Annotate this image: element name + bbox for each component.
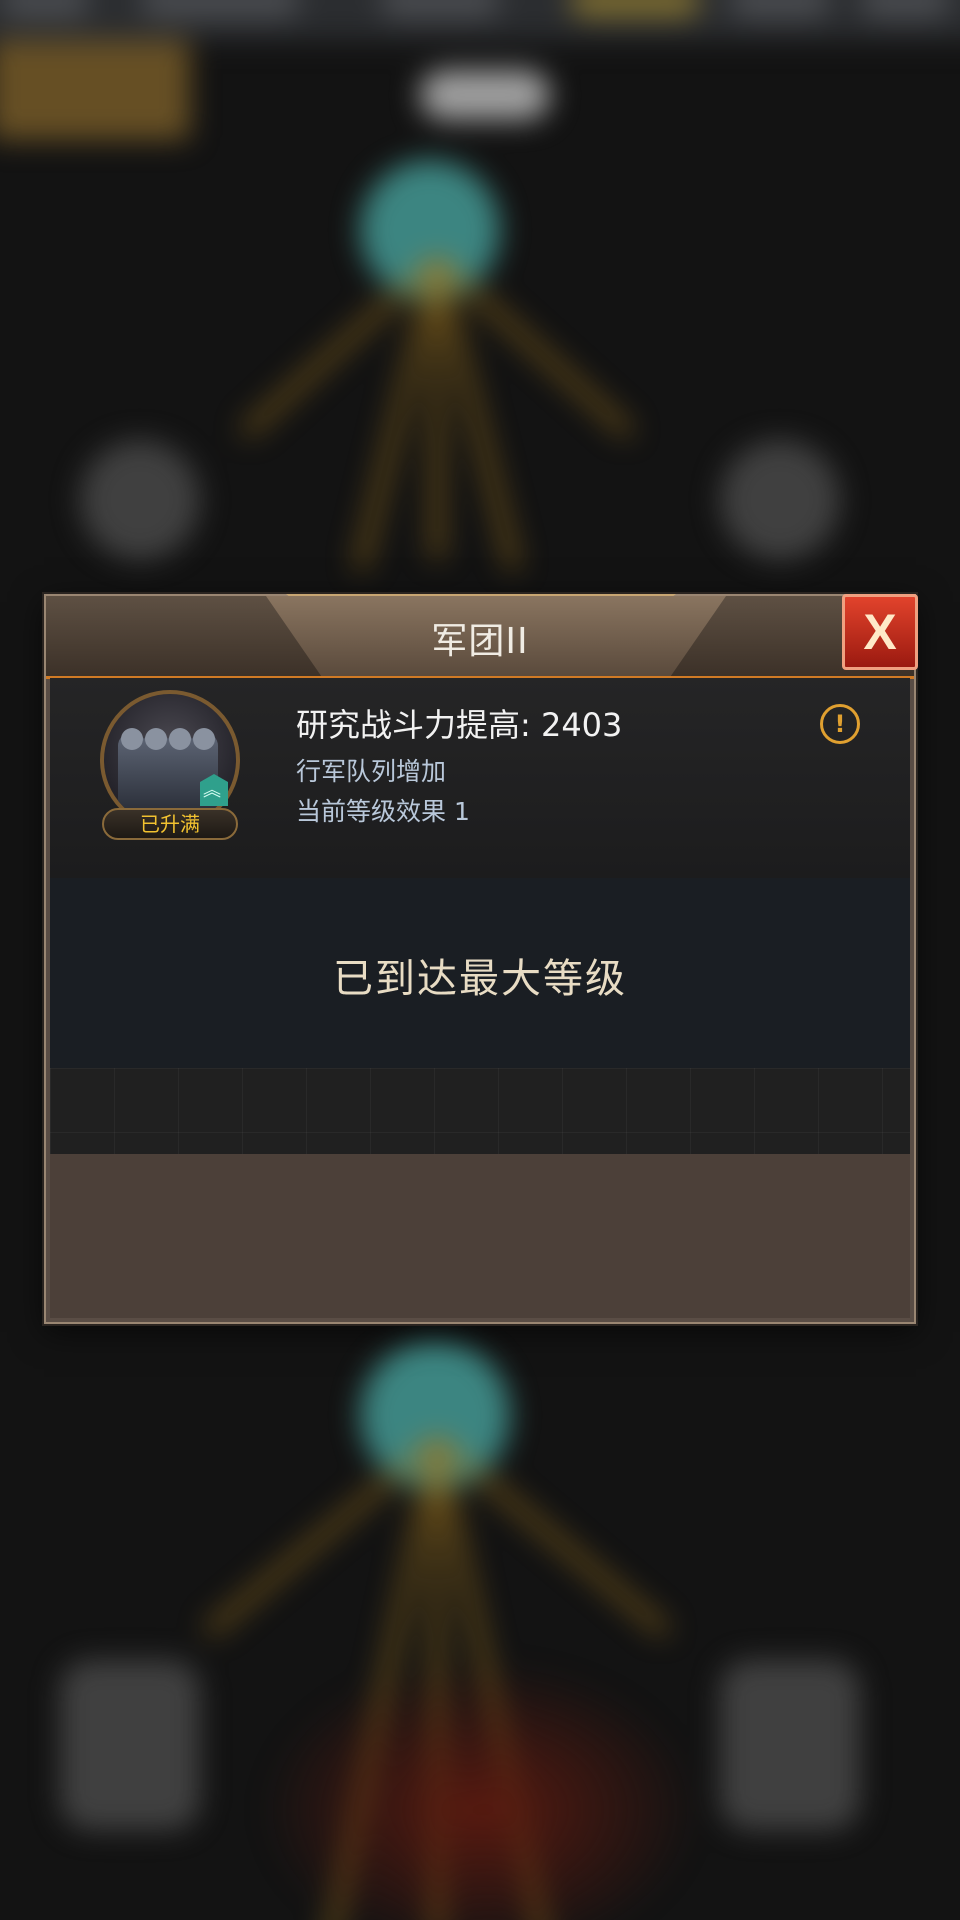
tech-info-panel: 已升满 研究战斗力提高: 2403 行军队列增加 当前等级效果 1 !: [50, 678, 910, 878]
dialog-title: 军团II: [431, 621, 529, 662]
decorative-grid: [50, 1068, 910, 1154]
power-increase-text: 研究战斗力提高: 2403: [296, 706, 623, 744]
dialog-header: 军团II X: [46, 594, 918, 679]
max-level-text: 已到达最大等级: [333, 956, 627, 1002]
effect-description: 行军队列增加: [296, 757, 447, 786]
info-icon[interactable]: !: [820, 704, 860, 744]
close-icon: X: [863, 604, 897, 660]
current-level-effect: 当前等级效果 1: [296, 797, 470, 826]
resource-bar: [0, 0, 960, 40]
maxed-status-badge: 已升满: [102, 808, 238, 840]
max-level-panel: 已到达最大等级: [50, 878, 910, 1068]
dialog-footer-area: [50, 1154, 910, 1318]
tech-detail-dialog: 军团II X 已升满 研究战斗力提高: 2403 行军队列增加 当前等级效果 1…: [44, 594, 918, 1324]
close-button[interactable]: X: [842, 594, 918, 670]
